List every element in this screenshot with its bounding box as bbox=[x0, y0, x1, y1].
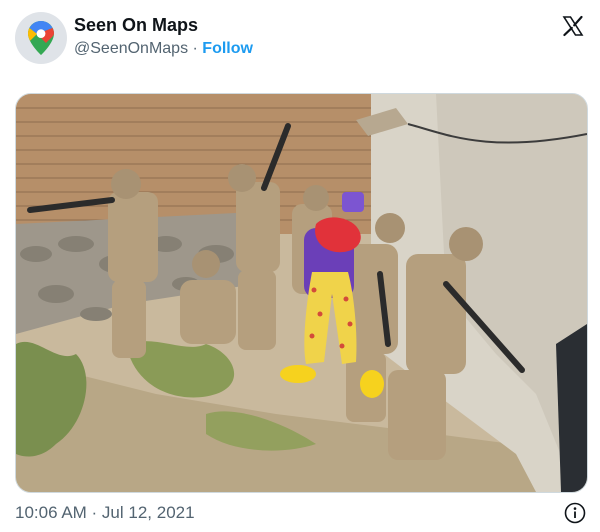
timestamp[interactable]: 10:06 AM · Jul 12, 2021 bbox=[15, 503, 195, 523]
handle[interactable]: @SeenOnMaps bbox=[74, 40, 188, 57]
google-maps-pin-icon bbox=[28, 21, 54, 55]
avatar[interactable] bbox=[15, 12, 67, 64]
x-logo-icon[interactable] bbox=[561, 14, 585, 38]
post-image[interactable] bbox=[15, 93, 588, 493]
handle-row: @SeenOnMaps · Follow bbox=[74, 40, 253, 58]
separator: · bbox=[188, 40, 203, 57]
follow-link[interactable]: Follow bbox=[202, 40, 253, 57]
display-name[interactable]: Seen On Maps bbox=[74, 15, 198, 36]
photo bbox=[16, 94, 587, 492]
info-icon[interactable] bbox=[564, 502, 586, 524]
